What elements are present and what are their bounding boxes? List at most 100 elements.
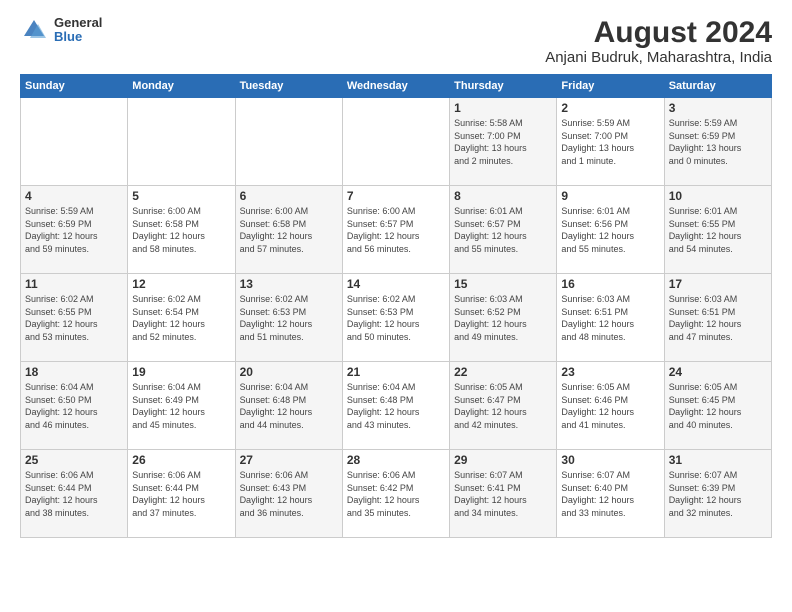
day-number: 31 bbox=[669, 453, 767, 467]
day-number: 25 bbox=[25, 453, 123, 467]
day-number: 27 bbox=[240, 453, 338, 467]
day-number: 17 bbox=[669, 277, 767, 291]
calendar-week-row: 18Sunrise: 6:04 AM Sunset: 6:50 PM Dayli… bbox=[21, 362, 772, 450]
calendar-cell: 26 Sunrise: 6:06 AM Sunset: 6:44 PM Dayli… bbox=[128, 450, 235, 538]
weekday-header: Tuesday bbox=[235, 75, 342, 98]
day-info: Sunrise: 6:03 AM Sunset: 6:52 PM Dayligh… bbox=[454, 293, 552, 343]
day-number: 10 bbox=[669, 189, 767, 203]
day-info: Sunrise: 6:02 AM Sunset: 6:55 PM Dayligh… bbox=[25, 293, 123, 343]
calendar-cell: 28Sunrise: 6:06 AM Sunset: 6:42 PM Dayli… bbox=[342, 450, 449, 538]
day-info: Sunrise: 6:06 AM Sunset: 6:42 PM Dayligh… bbox=[347, 469, 445, 519]
day-number: 13 bbox=[240, 277, 338, 291]
calendar-week-row: 25 Sunrise: 6:06 AM Sunset: 6:44 PM Dayli… bbox=[21, 450, 772, 538]
calendar-cell: 10 Sunrise: 6:01 AM Sunset: 6:55 PM Dayli… bbox=[664, 186, 771, 274]
day-number: 4 bbox=[25, 189, 123, 203]
calendar-cell: 22 Sunrise: 6:05 AM Sunset: 6:47 PM Dayli… bbox=[450, 362, 557, 450]
day-info: Sunrise: 6:07 AM Sunset: 6:40 PM Dayligh… bbox=[561, 469, 659, 519]
day-info: Sunrise: 6:03 AM Sunset: 6:51 PM Dayligh… bbox=[561, 293, 659, 343]
calendar-cell: 20Sunrise: 6:04 AM Sunset: 6:48 PM Dayli… bbox=[235, 362, 342, 450]
day-number: 5 bbox=[132, 189, 230, 203]
day-number: 26 bbox=[132, 453, 230, 467]
day-number: 18 bbox=[25, 365, 123, 379]
day-info: Sunrise: 6:05 AM Sunset: 6:45 PM Dayligh… bbox=[669, 381, 767, 431]
calendar-cell: 6 Sunrise: 6:00 AM Sunset: 6:58 PM Daylig… bbox=[235, 186, 342, 274]
calendar-cell: 14 Sunrise: 6:02 AM Sunset: 6:53 PM Dayli… bbox=[342, 274, 449, 362]
day-number: 23 bbox=[561, 365, 659, 379]
day-number: 16 bbox=[561, 277, 659, 291]
day-number: 14 bbox=[347, 277, 445, 291]
calendar-cell: 24 Sunrise: 6:05 AM Sunset: 6:45 PM Dayli… bbox=[664, 362, 771, 450]
day-number: 3 bbox=[669, 101, 767, 115]
weekday-header: Thursday bbox=[450, 75, 557, 98]
calendar-week-row: 11 Sunrise: 6:02 AM Sunset: 6:55 PM Dayli… bbox=[21, 274, 772, 362]
day-number: 9 bbox=[561, 189, 659, 203]
day-info: Sunrise: 5:59 AM Sunset: 7:00 PM Dayligh… bbox=[561, 117, 659, 167]
calendar-cell: 16 Sunrise: 6:03 AM Sunset: 6:51 PM Dayli… bbox=[557, 274, 664, 362]
day-info: Sunrise: 6:05 AM Sunset: 6:47 PM Dayligh… bbox=[454, 381, 552, 431]
calendar-title: August 2024 bbox=[545, 16, 772, 49]
weekday-header-row: SundayMondayTuesdayWednesdayThursdayFrid… bbox=[21, 75, 772, 98]
calendar-cell bbox=[235, 98, 342, 186]
day-info: Sunrise: 5:59 AM Sunset: 6:59 PM Dayligh… bbox=[25, 205, 123, 255]
calendar-cell: 25 Sunrise: 6:06 AM Sunset: 6:44 PM Dayli… bbox=[21, 450, 128, 538]
calendar-cell: 15Sunrise: 6:03 AM Sunset: 6:52 PM Dayli… bbox=[450, 274, 557, 362]
calendar-cell: 29Sunrise: 6:07 AM Sunset: 6:41 PM Dayli… bbox=[450, 450, 557, 538]
calendar-week-row: 1Sunrise: 5:58 AM Sunset: 7:00 PM Daylig… bbox=[21, 98, 772, 186]
calendar-cell: 9 Sunrise: 6:01 AM Sunset: 6:56 PM Daylig… bbox=[557, 186, 664, 274]
day-info: Sunrise: 6:06 AM Sunset: 6:44 PM Dayligh… bbox=[25, 469, 123, 519]
logo-icon bbox=[20, 16, 48, 44]
logo-text: General Blue bbox=[54, 16, 102, 45]
calendar-cell bbox=[342, 98, 449, 186]
calendar-page: General Blue August 2024 Anjani Budruk, … bbox=[0, 0, 792, 612]
title-block: August 2024 Anjani Budruk, Maharashtra, … bbox=[545, 16, 772, 66]
logo-blue: Blue bbox=[54, 30, 102, 44]
weekday-header: Wednesday bbox=[342, 75, 449, 98]
day-number: 12 bbox=[132, 277, 230, 291]
calendar-cell: 3 Sunrise: 5:59 AM Sunset: 6:59 PM Daylig… bbox=[664, 98, 771, 186]
calendar-cell: 18Sunrise: 6:04 AM Sunset: 6:50 PM Dayli… bbox=[21, 362, 128, 450]
day-info: Sunrise: 6:04 AM Sunset: 6:49 PM Dayligh… bbox=[132, 381, 230, 431]
calendar-subtitle: Anjani Budruk, Maharashtra, India bbox=[545, 49, 772, 66]
day-info: Sunrise: 6:01 AM Sunset: 6:55 PM Dayligh… bbox=[669, 205, 767, 255]
day-info: Sunrise: 6:06 AM Sunset: 6:44 PM Dayligh… bbox=[132, 469, 230, 519]
day-info: Sunrise: 5:59 AM Sunset: 6:59 PM Dayligh… bbox=[669, 117, 767, 167]
day-info: Sunrise: 6:03 AM Sunset: 6:51 PM Dayligh… bbox=[669, 293, 767, 343]
calendar-cell: 31 Sunrise: 6:07 AM Sunset: 6:39 PM Dayli… bbox=[664, 450, 771, 538]
calendar-cell: 1Sunrise: 5:58 AM Sunset: 7:00 PM Daylig… bbox=[450, 98, 557, 186]
day-info: Sunrise: 6:02 AM Sunset: 6:53 PM Dayligh… bbox=[240, 293, 338, 343]
calendar-cell: 8Sunrise: 6:01 AM Sunset: 6:57 PM Daylig… bbox=[450, 186, 557, 274]
calendar-cell: 2 Sunrise: 5:59 AM Sunset: 7:00 PM Daylig… bbox=[557, 98, 664, 186]
day-info: Sunrise: 6:01 AM Sunset: 6:56 PM Dayligh… bbox=[561, 205, 659, 255]
day-number: 22 bbox=[454, 365, 552, 379]
day-number: 21 bbox=[347, 365, 445, 379]
day-info: Sunrise: 6:02 AM Sunset: 6:54 PM Dayligh… bbox=[132, 293, 230, 343]
day-info: Sunrise: 6:00 AM Sunset: 6:58 PM Dayligh… bbox=[240, 205, 338, 255]
day-number: 8 bbox=[454, 189, 552, 203]
day-info: Sunrise: 6:06 AM Sunset: 6:43 PM Dayligh… bbox=[240, 469, 338, 519]
calendar-cell: 4 Sunrise: 5:59 AM Sunset: 6:59 PM Daylig… bbox=[21, 186, 128, 274]
day-info: Sunrise: 6:07 AM Sunset: 6:39 PM Dayligh… bbox=[669, 469, 767, 519]
calendar-cell: 21 Sunrise: 6:04 AM Sunset: 6:48 PM Dayli… bbox=[342, 362, 449, 450]
day-number: 11 bbox=[25, 277, 123, 291]
day-info: Sunrise: 6:02 AM Sunset: 6:53 PM Dayligh… bbox=[347, 293, 445, 343]
day-number: 24 bbox=[669, 365, 767, 379]
calendar-cell: 27 Sunrise: 6:06 AM Sunset: 6:43 PM Dayli… bbox=[235, 450, 342, 538]
calendar-cell: 11 Sunrise: 6:02 AM Sunset: 6:55 PM Dayli… bbox=[21, 274, 128, 362]
calendar-cell: 19 Sunrise: 6:04 AM Sunset: 6:49 PM Dayli… bbox=[128, 362, 235, 450]
calendar-table: SundayMondayTuesdayWednesdayThursdayFrid… bbox=[20, 74, 772, 538]
calendar-cell: 30 Sunrise: 6:07 AM Sunset: 6:40 PM Dayli… bbox=[557, 450, 664, 538]
day-number: 30 bbox=[561, 453, 659, 467]
calendar-week-row: 4 Sunrise: 5:59 AM Sunset: 6:59 PM Daylig… bbox=[21, 186, 772, 274]
calendar-cell: 12 Sunrise: 6:02 AM Sunset: 6:54 PM Dayli… bbox=[128, 274, 235, 362]
day-info: Sunrise: 6:04 AM Sunset: 6:48 PM Dayligh… bbox=[347, 381, 445, 431]
day-number: 20 bbox=[240, 365, 338, 379]
day-number: 19 bbox=[132, 365, 230, 379]
day-number: 6 bbox=[240, 189, 338, 203]
weekday-header: Friday bbox=[557, 75, 664, 98]
calendar-cell: 23Sunrise: 6:05 AM Sunset: 6:46 PM Dayli… bbox=[557, 362, 664, 450]
calendar-cell: 17 Sunrise: 6:03 AM Sunset: 6:51 PM Dayli… bbox=[664, 274, 771, 362]
day-number: 29 bbox=[454, 453, 552, 467]
day-info: Sunrise: 5:58 AM Sunset: 7:00 PM Dayligh… bbox=[454, 117, 552, 167]
day-number: 2 bbox=[561, 101, 659, 115]
logo-general: General bbox=[54, 16, 102, 30]
